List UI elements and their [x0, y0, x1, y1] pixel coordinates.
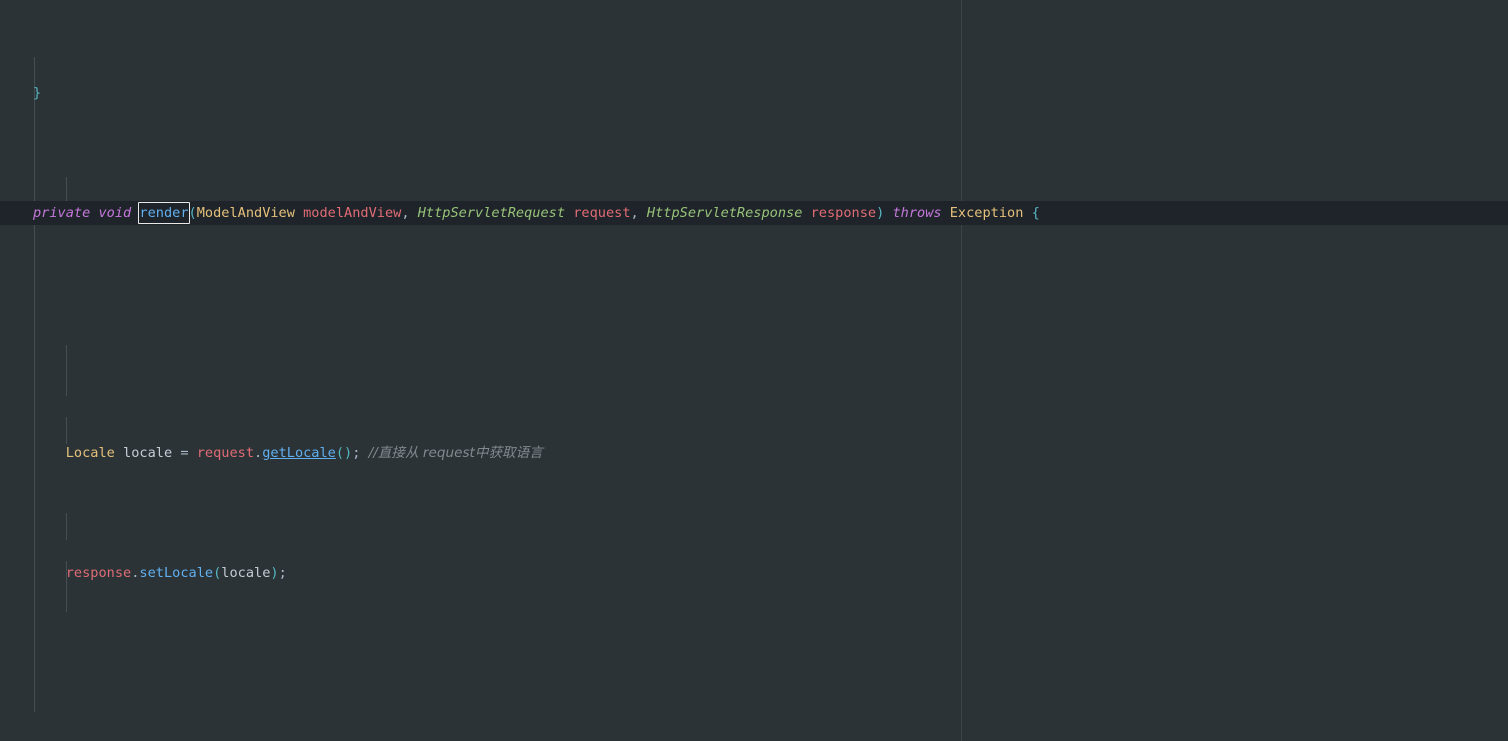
param-modelandview: modelAndView — [303, 205, 402, 221]
type-locale: Locale — [65, 445, 115, 461]
type-httpservletrequest: HttpServletRequest — [417, 205, 566, 221]
code-line-blank[interactable] — [0, 321, 1508, 345]
param-response-ref: response — [65, 565, 132, 581]
keyword-void: void — [98, 205, 132, 221]
method-setlocale: setLocale — [139, 565, 214, 581]
code-line[interactable]: } — [0, 81, 1508, 105]
type-httpservletresponse: HttpServletResponse — [646, 205, 803, 221]
keyword-throws: throws — [892, 205, 942, 221]
code-line[interactable]: Locale locale = request.getLocale(); //直… — [0, 441, 1508, 465]
comment-get-locale: //直接从 request中获取语言 — [368, 445, 543, 461]
param-response: response — [810, 205, 877, 221]
code-content[interactable]: } private void render(ModelAndView model… — [0, 0, 1508, 741]
method-getlocale: getLocale — [262, 445, 336, 461]
param-request-ref: request — [196, 445, 255, 461]
keyword-private: private — [33, 205, 91, 221]
code-line[interactable]: response.setLocale(locale); — [0, 561, 1508, 585]
type-modelandview: ModelAndView — [196, 205, 295, 221]
type-exception: Exception — [949, 205, 1024, 221]
arg-locale: locale — [221, 565, 271, 581]
code-editor[interactable]: } private void render(ModelAndView model… — [0, 0, 1508, 741]
param-request: request — [573, 205, 631, 221]
code-line-signature[interactable]: private void render(ModelAndView modelAn… — [0, 201, 1508, 225]
var-locale: locale — [123, 445, 173, 461]
code-line-blank[interactable] — [0, 681, 1508, 705]
identifier-render-highlighted[interactable]: render — [138, 202, 190, 224]
